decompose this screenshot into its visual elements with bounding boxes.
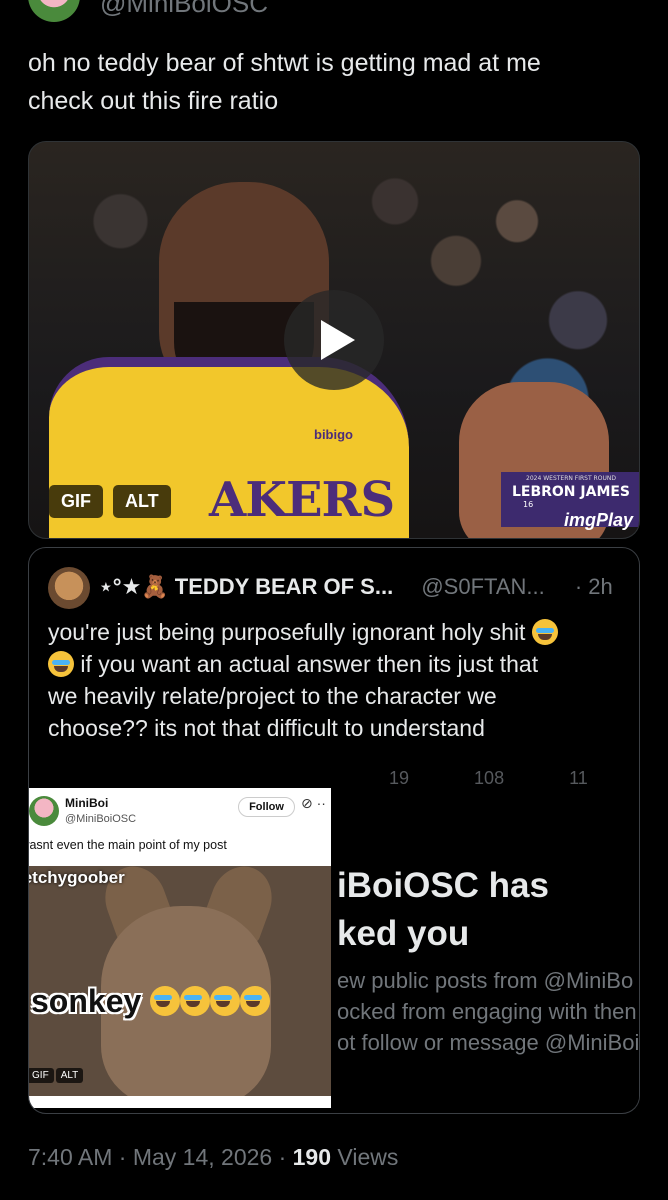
blocked-body-line-2: ocked from engaging with then — [337, 999, 637, 1024]
screenshot-alt-label: ALT — [55, 1068, 84, 1083]
screenshot-follow-button: Follow — [238, 797, 295, 817]
author-handle[interactable]: @MiniBoiOSC — [100, 0, 268, 19]
quote-author-name[interactable]: ⋆°★🧸 TEDDY BEAR OF S... — [99, 574, 393, 599]
blocked-notice: iBoiOSC has ked you ew public posts from… — [333, 810, 639, 1100]
loudly-crying-emoji — [240, 986, 271, 1016]
screenshot-text: his wasnt even the main point of my post — [29, 838, 227, 852]
jersey-sponsor: bibigo — [314, 427, 353, 442]
tweet-media[interactable]: bibigo AKERS 2024 WESTERN FIRST ROUND LE… — [28, 141, 640, 539]
loudly-crying-emoji — [210, 986, 241, 1016]
quote-text-line-1: you're just being purposefully ignorant … — [48, 619, 526, 645]
loudly-crying-emoji — [531, 619, 558, 645]
quote-avatar[interactable] — [48, 567, 90, 609]
blocked-title-line-2: ked you — [337, 914, 470, 953]
grok-icon: ⊘ ·· — [301, 795, 326, 811]
blocked-title-line-1: iBoiOSC has — [337, 866, 549, 905]
jersey-text: AKERS — [209, 472, 395, 528]
screenshot-handle: @MiniBoiOSC — [65, 813, 137, 825]
ghost-action-bar: 19 108 11 — [389, 768, 639, 789]
quote-text-line-2: if you want an actual answer then its ju… — [80, 651, 539, 677]
blocked-body-line-3: ot follow or message @MiniBoi — [337, 1030, 640, 1055]
screenshot-gif-label: GIF — [29, 1068, 54, 1083]
loudly-crying-emoji — [48, 651, 74, 677]
tweet-footer: 7:40 AM · May 14, 2026 · 190 Views — [28, 1144, 398, 1171]
quote-header: ⋆°★🧸 TEDDY BEAR OF S... @S0FTAN... · 2h — [99, 574, 613, 600]
quote-text-line-3: we heavily relate/project to the charact… — [48, 683, 497, 709]
blocked-body: ew public posts from @MiniBo ocked from … — [337, 965, 639, 1058]
views-count[interactable]: 190 — [293, 1144, 331, 1170]
alt-badge[interactable]: ALT — [113, 485, 171, 518]
screenshot-gif-bar: ▮▮GIFALT — [29, 1068, 85, 1083]
tweet-line-2: check out this fire ratio — [28, 87, 279, 115]
imgplay-watermark: imgPlay — [564, 510, 634, 530]
tweet-timestamp[interactable]: 7:40 AM · May 14, 2026 · — [28, 1144, 293, 1170]
tweet-line-1: oh no teddy bear of shtwt is getting mad… — [28, 49, 541, 77]
play-button[interactable] — [284, 290, 384, 390]
quote-timestamp[interactable]: · 2h — [575, 574, 613, 599]
quote-text: you're just being purposefully ignorant … — [48, 616, 623, 744]
ghost-likes: 108 — [474, 768, 505, 788]
sonkey-caption: sonkey — [31, 983, 271, 1020]
loudly-crying-emoji — [150, 986, 181, 1016]
author-avatar[interactable] — [28, 0, 80, 22]
screenshot-name: MiniBoi — [65, 796, 109, 810]
gif-caption: stretchygoober — [29, 868, 125, 887]
screenshot-avatar — [29, 796, 59, 826]
blocked-title: iBoiOSC has ked you — [337, 862, 549, 958]
sonkey-text: sonkey — [31, 983, 142, 1019]
overlay-small-text: 2024 WESTERN FIRST ROUND — [526, 475, 616, 482]
play-icon — [321, 320, 355, 360]
loudly-crying-emoji — [180, 986, 211, 1016]
overlay-name: LEBRON JAMES — [511, 484, 631, 500]
quoted-tweet[interactable]: ⋆°★🧸 TEDDY BEAR OF S... @S0FTAN... · 2h … — [28, 547, 640, 1114]
quote-author-handle[interactable]: @S0FTAN... — [421, 574, 544, 599]
gif-badge[interactable]: GIF — [49, 485, 103, 518]
ghost-views: 11 — [569, 768, 588, 788]
overlay-number: 16 — [523, 500, 534, 509]
ghost-replies: 19 — [389, 768, 410, 788]
blocked-body-line-1: ew public posts from @MiniBo — [337, 968, 634, 993]
views-label: Views — [331, 1144, 399, 1170]
tweet-text: oh no teddy bear of shtwt is getting mad… — [28, 44, 638, 120]
reply-screenshot: MiniBoi @MiniBoiOSC Follow ⊘ ·· his wasn… — [29, 788, 331, 1108]
screenshot-gif: stretchygoober sonkey ▮▮GIFALT — [29, 866, 331, 1096]
quote-text-line-4: choose?? its not that difficult to under… — [48, 715, 485, 741]
